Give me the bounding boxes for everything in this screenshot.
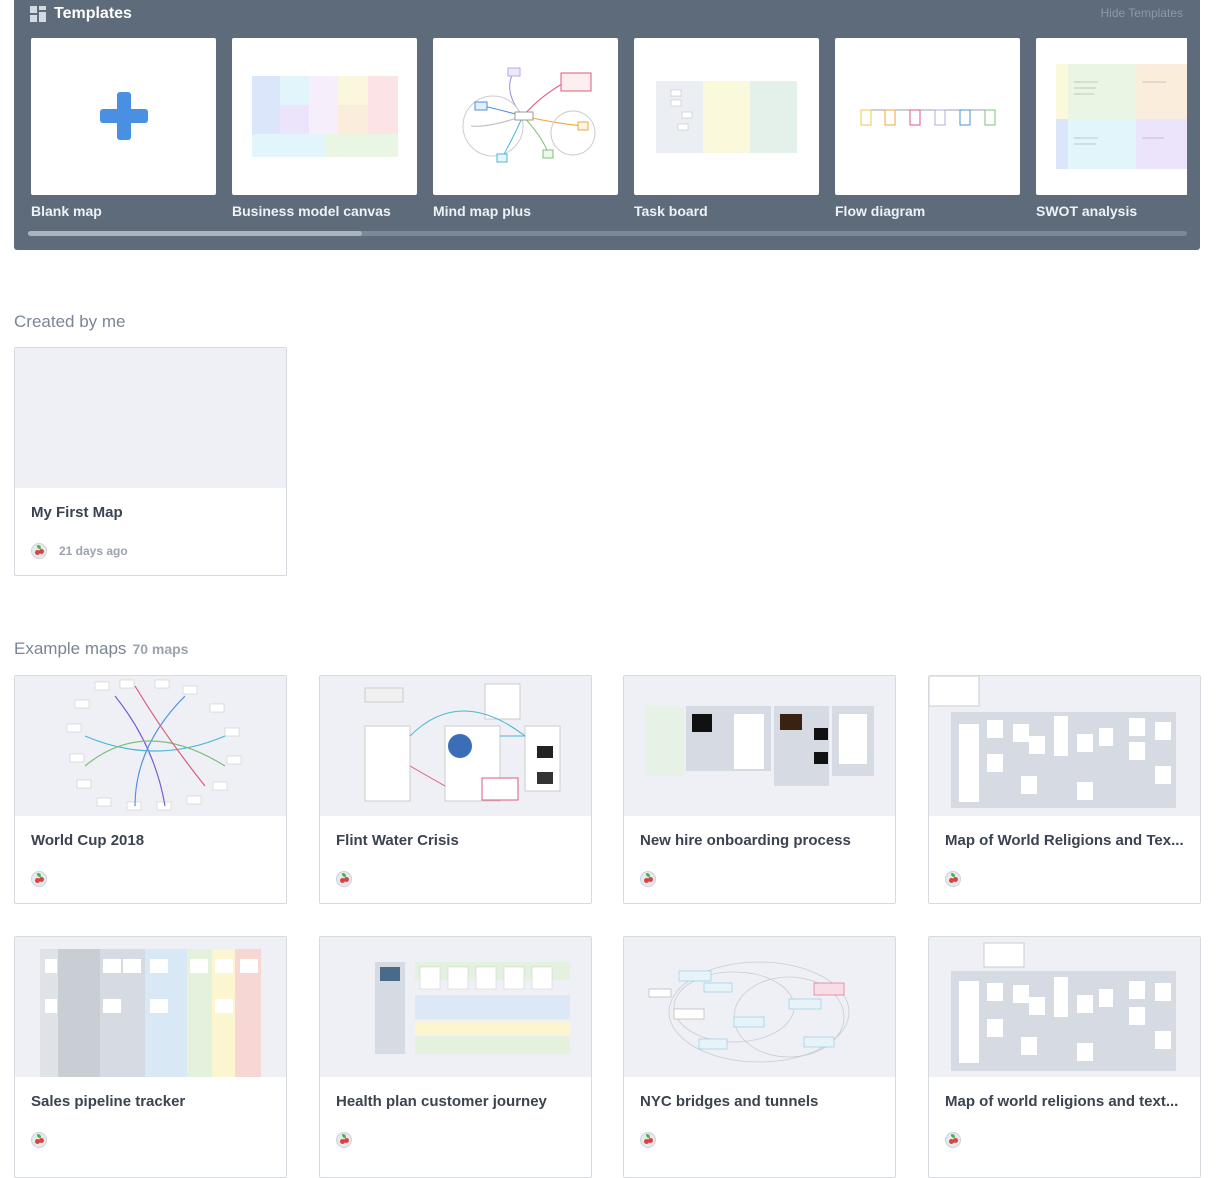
template-thumbnail[interactable]	[634, 38, 819, 195]
map-meta	[31, 1132, 59, 1148]
sales-pipeline-preview	[40, 949, 261, 1077]
map-title[interactable]: Health plan customer journey	[336, 1093, 577, 1110]
map-thumbnail[interactable]	[624, 937, 895, 1077]
map-title[interactable]: New hire onboarding process	[640, 832, 881, 849]
plus-icon	[100, 92, 148, 140]
map-card-world-religions-2[interactable]: Map of world religions and text...	[928, 936, 1201, 1178]
map-thumbnail[interactable]	[15, 676, 286, 816]
template-card-blank-map[interactable]: Blank map	[31, 38, 216, 219]
avatar	[640, 871, 656, 887]
map-title[interactable]: World Cup 2018	[31, 832, 272, 849]
nyc-bridges-preview	[648, 961, 850, 1063]
avatar	[945, 1132, 961, 1148]
map-card-world-religions[interactable]: Map of World Religions and Tex...	[928, 675, 1201, 904]
map-thumbnail[interactable]	[15, 348, 286, 488]
map-thumbnail[interactable]	[320, 676, 591, 816]
template-label: Business model canvas	[232, 203, 391, 219]
map-timestamp: 21 days ago	[59, 544, 128, 558]
templates-scrollbar[interactable]	[28, 231, 1187, 236]
map-card-new-hire-onboarding[interactable]: New hire onboarding process	[623, 675, 896, 904]
templates-panel: Templates Hide Templates Blank map Busin…	[14, 0, 1200, 250]
avatar	[336, 871, 352, 887]
swot-preview	[1056, 64, 1187, 169]
avatar	[640, 1132, 656, 1148]
templates-header: Templates	[30, 4, 132, 24]
template-thumbnail[interactable]	[1036, 38, 1187, 195]
map-card-nyc-bridges[interactable]: NYC bridges and tunnels	[623, 936, 896, 1178]
template-card-swot-analysis[interactable]: SWOT analysis	[1036, 38, 1187, 219]
map-title[interactable]: NYC bridges and tunnels	[640, 1093, 881, 1110]
map-thumbnail[interactable]	[320, 937, 591, 1077]
map-meta	[336, 1132, 364, 1148]
religions-preview	[929, 676, 1176, 808]
template-card-mind-map-plus[interactable]: Mind map plus	[433, 38, 618, 219]
template-label: Flow diagram	[835, 203, 926, 219]
maps-count: 70 maps	[132, 641, 189, 657]
template-label: SWOT analysis	[1036, 203, 1138, 219]
template-thumbnail[interactable]	[31, 38, 216, 195]
avatar	[31, 543, 47, 559]
template-thumbnail[interactable]	[835, 38, 1020, 195]
map-card-my-first-map[interactable]: My First Map 21 days ago	[14, 347, 287, 576]
map-meta	[945, 871, 973, 887]
flint-preview	[364, 683, 561, 802]
map-title[interactable]: Flint Water Crisis	[336, 832, 577, 849]
map-meta	[336, 871, 364, 887]
map-title[interactable]: Sales pipeline tracker	[31, 1093, 272, 1110]
template-label: Task board	[634, 203, 708, 219]
map-card-world-cup-2018[interactable]: World Cup 2018	[14, 675, 287, 904]
health-plan-preview	[375, 962, 570, 1054]
map-title[interactable]: My First Map	[31, 504, 272, 521]
world-cup-preview	[66, 679, 242, 811]
map-meta	[31, 871, 59, 887]
avatar	[336, 1132, 352, 1148]
mind-map-preview	[462, 67, 596, 163]
avatar	[31, 1132, 47, 1148]
template-label: Blank map	[31, 203, 102, 219]
flow-diagram-preview	[860, 109, 996, 126]
map-title[interactable]: Map of World Religions and Tex...	[945, 832, 1186, 849]
map-meta	[945, 1132, 973, 1148]
task-board-preview	[656, 81, 797, 153]
section-title: Created by me	[14, 312, 126, 331]
map-title[interactable]: Map of world religions and text...	[945, 1093, 1186, 1110]
template-card-flow-diagram[interactable]: Flow diagram	[835, 38, 1020, 219]
map-thumbnail[interactable]	[929, 676, 1200, 816]
avatar	[31, 871, 47, 887]
map-meta: 21 days ago	[31, 543, 128, 559]
map-thumbnail[interactable]	[15, 937, 286, 1077]
example-maps-heading: Example maps 70 maps	[14, 639, 188, 659]
templates-row: Blank map Business model canvas Mind map…	[31, 38, 1200, 223]
created-by-me-heading: Created by me	[14, 312, 126, 332]
template-label: Mind map plus	[433, 203, 531, 219]
hide-templates-link[interactable]: Hide Templates	[1101, 6, 1184, 20]
templates-grid-icon	[30, 6, 46, 22]
avatar	[945, 871, 961, 887]
map-card-sales-pipeline[interactable]: Sales pipeline tracker	[14, 936, 287, 1178]
section-title: Example maps	[14, 639, 127, 658]
templates-title: Templates	[54, 5, 132, 22]
template-thumbnail[interactable]	[232, 38, 417, 195]
map-meta	[640, 1132, 668, 1148]
map-card-flint-water-crisis[interactable]: Flint Water Crisis	[319, 675, 592, 904]
template-card-business-model-canvas[interactable]: Business model canvas	[232, 38, 417, 219]
religions-preview-2	[951, 942, 1176, 1071]
map-thumbnail[interactable]	[624, 676, 895, 816]
business-canvas-preview	[252, 76, 398, 157]
template-card-task-board[interactable]: Task board	[634, 38, 819, 219]
templates-scrollbar-thumb[interactable]	[28, 231, 362, 236]
template-thumbnail[interactable]	[433, 38, 618, 195]
onboarding-preview	[646, 706, 874, 786]
map-card-health-plan-journey[interactable]: Health plan customer journey	[319, 936, 592, 1178]
map-meta	[640, 871, 668, 887]
map-thumbnail[interactable]	[929, 937, 1200, 1077]
